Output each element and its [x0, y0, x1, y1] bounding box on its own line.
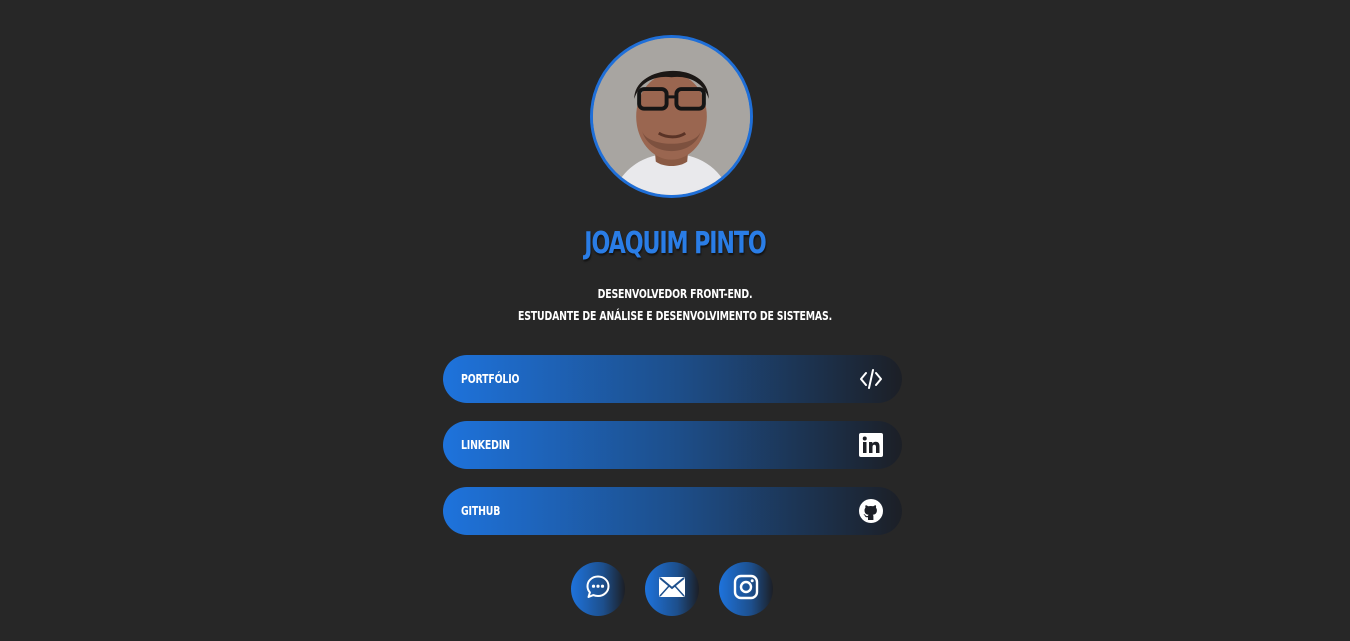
whatsapp-button[interactable]: [571, 562, 625, 616]
linkedin-link-button[interactable]: LINKEDIN: [443, 421, 902, 469]
instagram-button[interactable]: [719, 562, 773, 616]
code-icon: [858, 366, 884, 392]
portfolio-link-button[interactable]: PORTFÓLIO: [443, 355, 902, 403]
github-icon: [858, 498, 884, 524]
bio-line-2: ESTUDANTE DE ANÁLISE E DESENVOLVIMENTO D…: [517, 309, 833, 323]
linkedin-icon: [858, 432, 884, 458]
profile-photo: [593, 38, 750, 195]
mail-icon: [659, 577, 685, 601]
profile-name: JOAQUIM PINTO: [584, 226, 767, 261]
github-link-label: GITHUB: [461, 504, 501, 518]
chat-bubble-icon: [585, 574, 611, 604]
instagram-icon: [733, 574, 759, 604]
bio-line-1: DESENVOLVEDOR FRONT-END.: [597, 287, 753, 301]
portfolio-link-label: PORTFÓLIO: [461, 372, 520, 386]
email-button[interactable]: [645, 562, 699, 616]
avatar: [590, 35, 753, 198]
linkedin-link-label: LINKEDIN: [461, 438, 510, 452]
link-tree-page: JOAQUIM PINTO DESENVOLVEDOR FRONT-END. E…: [0, 0, 1350, 641]
github-link-button[interactable]: GITHUB: [443, 487, 902, 535]
